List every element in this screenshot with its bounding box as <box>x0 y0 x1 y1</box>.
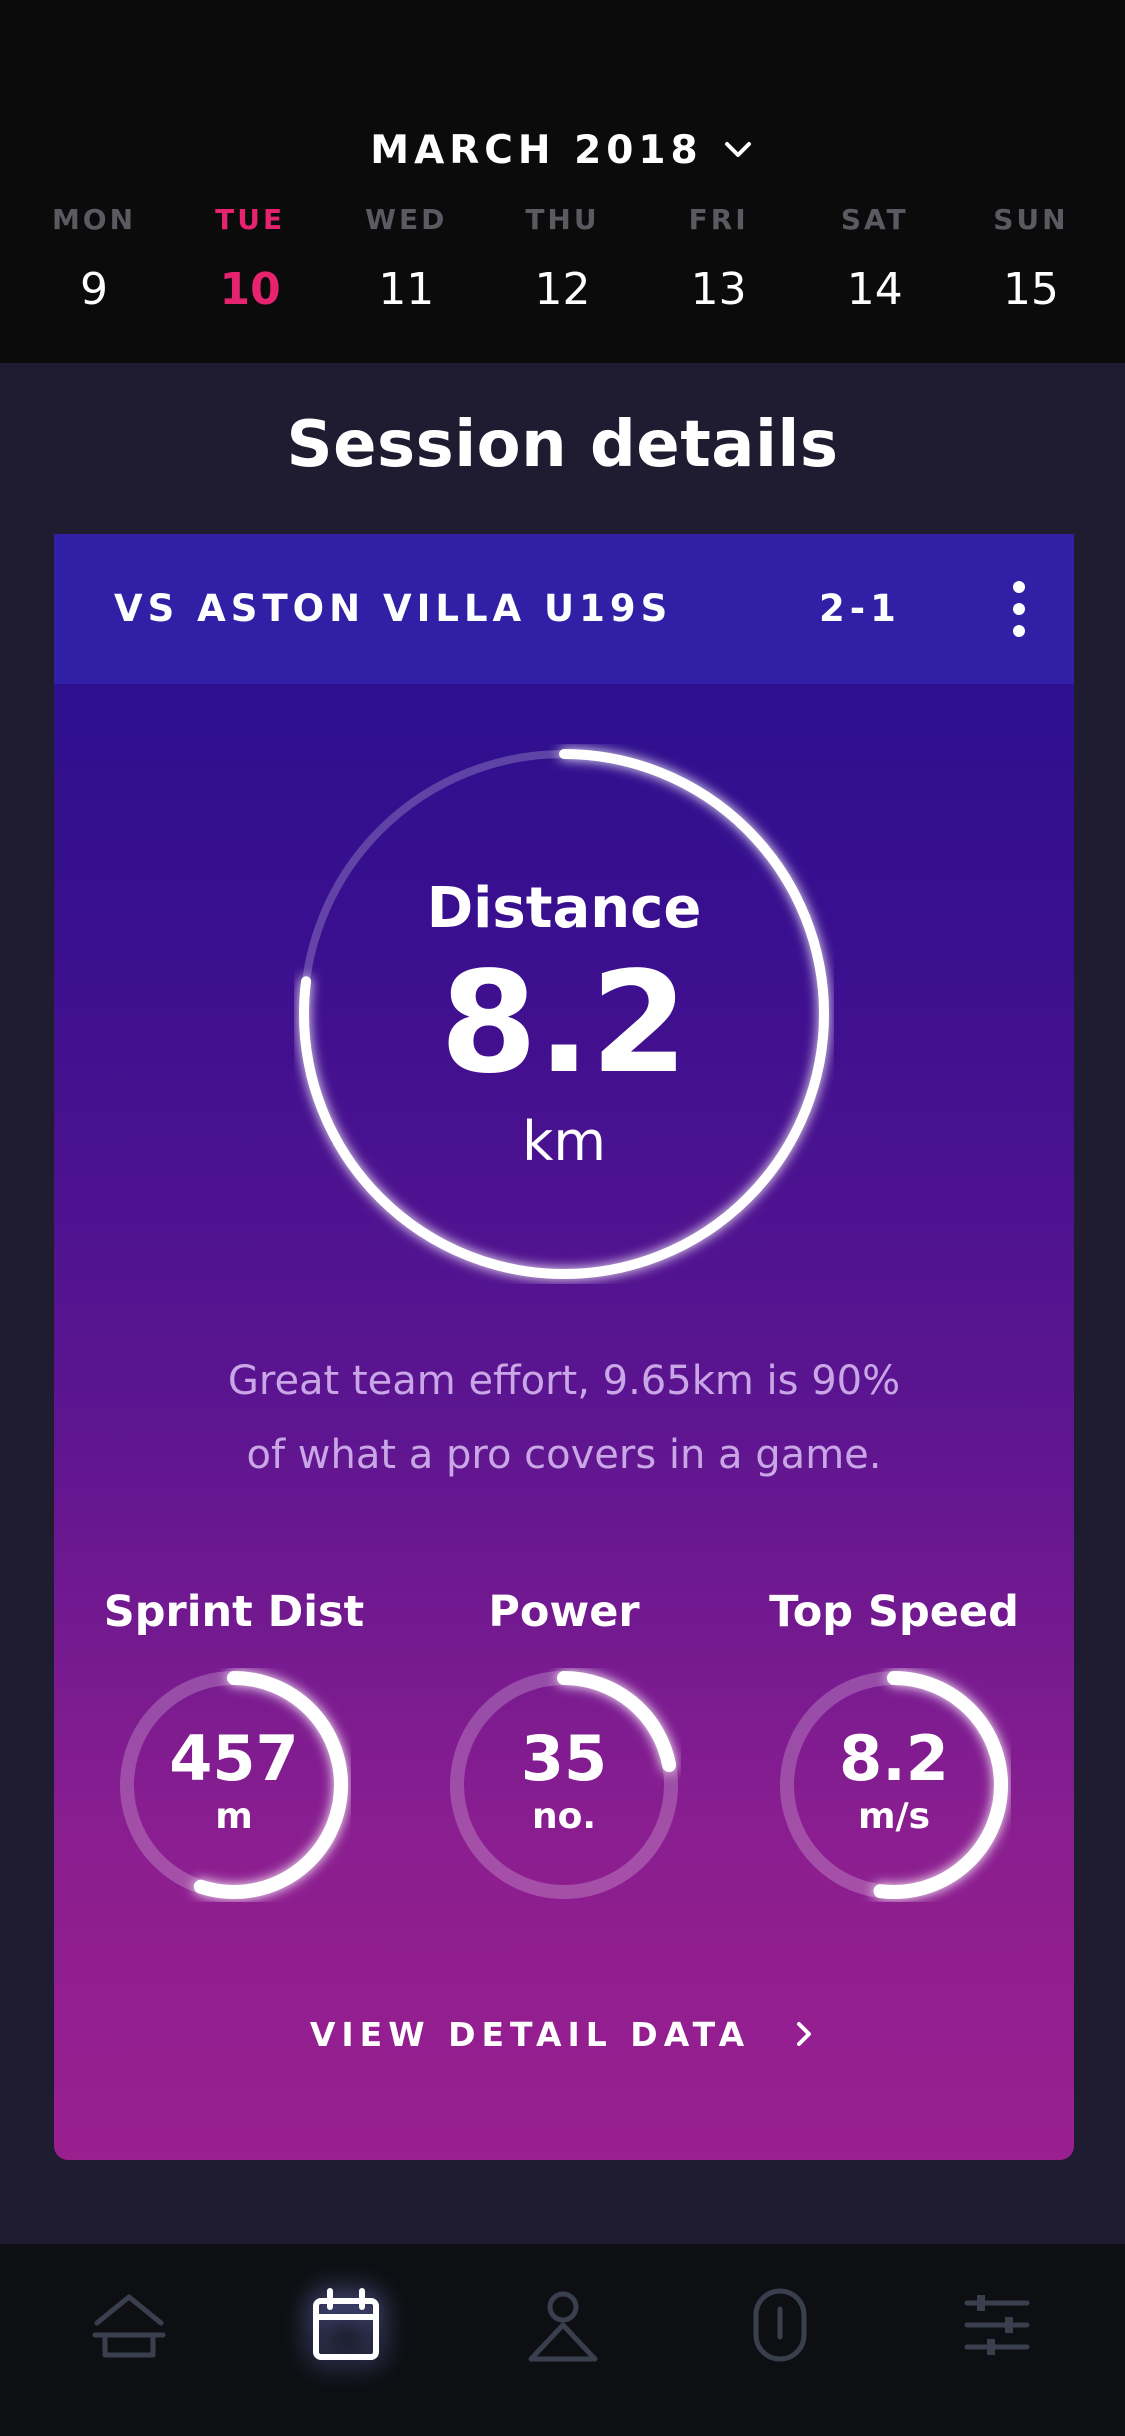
settings-sliders-icon <box>964 2295 1029 2355</box>
stat-value: 457 <box>169 1722 299 1795</box>
bottom-nav <box>0 2244 1125 2436</box>
stat-unit: no. <box>531 1796 597 1837</box>
stat-label: Sprint Dist <box>103 1587 365 1637</box>
day-number: 10 <box>219 264 281 315</box>
day-name: SAT <box>840 203 909 236</box>
stat-ring: 457 m <box>117 1668 351 1902</box>
day-tue[interactable]: TUE 10 <box>186 200 314 318</box>
day-name: FRI <box>688 203 749 236</box>
day-thu[interactable]: THU 12 <box>498 200 626 318</box>
week-strip: MON 9 TUE 10 WED 11 THU 12 FRI 13 SAT 14… <box>0 200 1125 318</box>
more-dot <box>1013 581 1025 593</box>
day-number: 9 <box>80 264 108 315</box>
day-name: MON <box>51 203 137 236</box>
chevron-right-icon <box>797 2022 812 2046</box>
day-number: 14 <box>846 264 903 315</box>
stat-unit: m/s <box>857 1796 931 1837</box>
stat-label: Top Speed <box>769 1587 1019 1637</box>
day-sun[interactable]: SUN 15 <box>967 200 1095 318</box>
more-dot <box>1013 603 1025 615</box>
nav-home[interactable] <box>69 2265 189 2385</box>
distance-gauge: Distance 8.2 km <box>294 744 834 1284</box>
month-label: MARCH 2018 <box>370 127 703 173</box>
session-card: VS ASTON VILLA U19S 2-1 Distance 8.2 km … <box>54 534 1074 2160</box>
day-number: 12 <box>534 264 591 315</box>
distance-label: Distance <box>426 876 702 941</box>
stat-unit: m <box>215 1796 253 1837</box>
nav-settings[interactable] <box>937 2265 1057 2385</box>
stat-top-speed: Top Speed 8.2 m/s <box>744 1584 1044 1902</box>
stat-sprint-dist: Sprint Dist 457 m <box>84 1584 384 1902</box>
distance-value: 8.2 <box>439 942 688 1105</box>
stat-ring: 8.2 m/s <box>777 1668 1011 1902</box>
day-mon[interactable]: MON 9 <box>30 200 158 318</box>
day-wed[interactable]: WED 11 <box>342 200 470 318</box>
stats-row: Sprint Dist 457 m Power 35 no. Top Speed… <box>54 1584 1074 1924</box>
device-icon <box>753 2288 806 2362</box>
day-name: WED <box>365 203 448 236</box>
stat-power: Power 35 no. <box>414 1584 714 1902</box>
match-score: 2-1 <box>819 587 901 630</box>
nav-device[interactable] <box>720 2265 840 2385</box>
more-dot <box>1013 625 1025 637</box>
nav-calendar[interactable] <box>286 2265 406 2385</box>
profile-icon <box>528 2291 597 2362</box>
day-number: 15 <box>1002 264 1059 315</box>
day-number: 13 <box>690 264 747 315</box>
day-sat[interactable]: SAT 14 <box>811 200 939 318</box>
stat-value: 8.2 <box>839 1722 949 1795</box>
calendar-header: MARCH 2018 MON 9 TUE 10 WED 11 THU 12 FR… <box>0 0 1125 363</box>
effort-message: Great team effort, 9.65km is 90% of what… <box>134 1344 994 1492</box>
nav-profile[interactable] <box>503 2265 623 2385</box>
calendar-icon <box>312 2288 379 2360</box>
month-selector[interactable]: MARCH 2018 <box>0 122 1125 178</box>
day-name: THU <box>525 203 600 236</box>
day-name: TUE <box>215 203 286 236</box>
day-fri[interactable]: FRI 13 <box>655 200 783 318</box>
stat-ring: 35 no. <box>447 1668 681 1902</box>
stat-label: Power <box>488 1587 640 1637</box>
view-detail-label: VIEW DETAIL DATA <box>309 2014 751 2054</box>
day-name: SUN <box>993 203 1069 236</box>
opponent-label: VS ASTON VILLA U19S <box>114 587 673 630</box>
effort-message-line: Great team effort, 9.65km is 90% <box>227 1358 901 1404</box>
home-icon <box>92 2294 165 2358</box>
effort-message-line: of what a pro covers in a game. <box>246 1432 882 1478</box>
distance-unit: km <box>522 1110 606 1173</box>
stat-value: 35 <box>520 1722 608 1795</box>
card-header: VS ASTON VILLA U19S 2-1 <box>54 534 1074 684</box>
day-number: 11 <box>378 264 435 315</box>
chevron-down-icon <box>724 142 751 157</box>
more-options-button[interactable] <box>984 574 1054 644</box>
view-detail-button[interactable]: VIEW DETAIL DATA <box>54 2004 1074 2064</box>
page-title: Session details <box>286 408 839 482</box>
